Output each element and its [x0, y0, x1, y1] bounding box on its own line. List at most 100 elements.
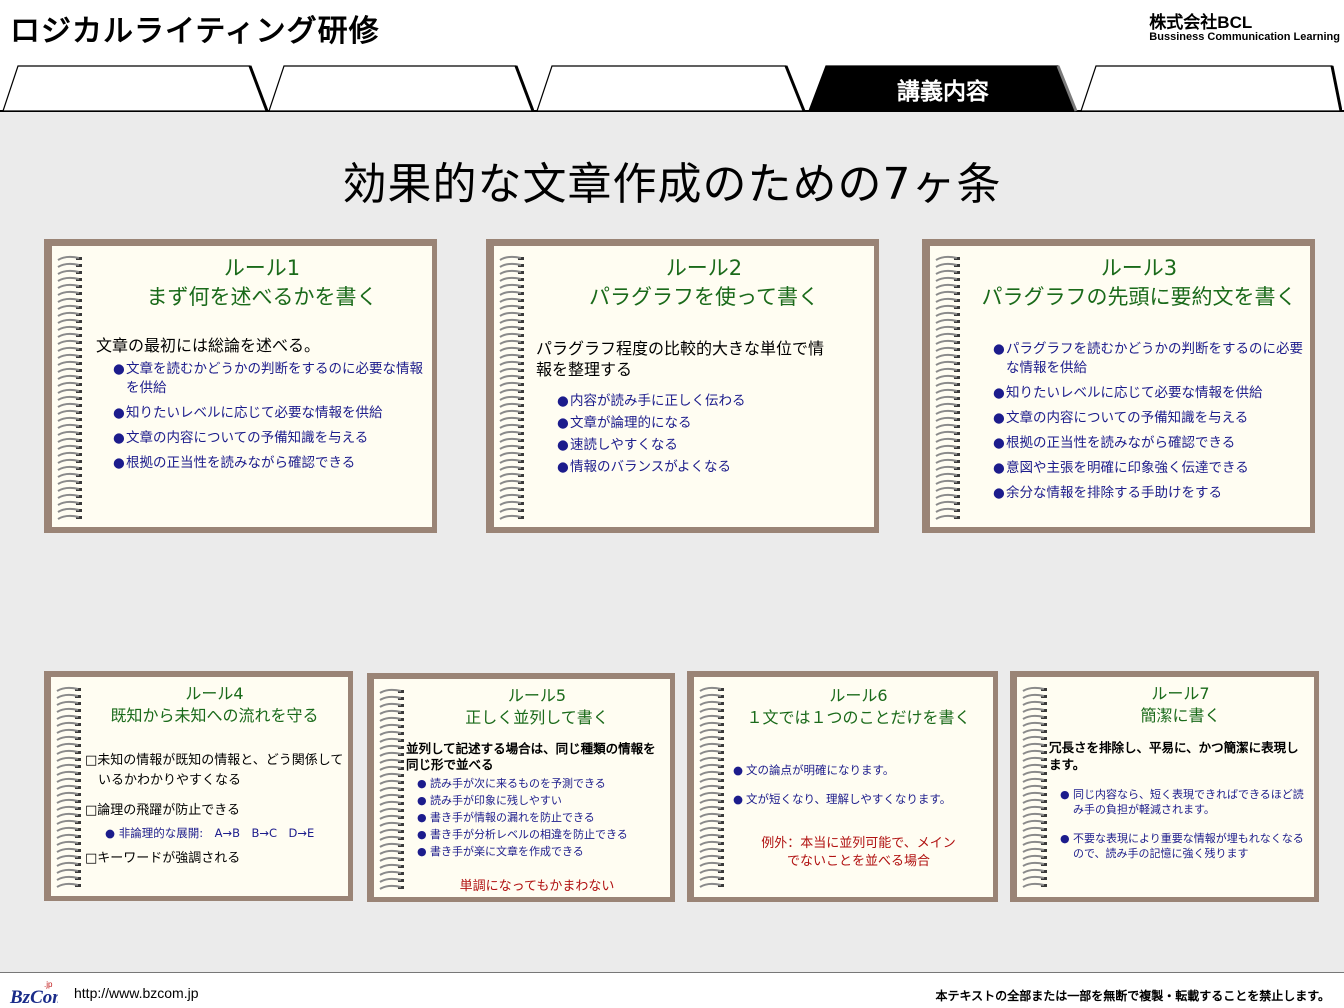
rule-heading: 正しく並列して書く	[465, 708, 609, 727]
footer: BzCom .jp http://www.bzcom.jp 本テキストの全部また…	[0, 972, 1344, 1008]
list-item: 速読しやすくなる	[557, 434, 850, 456]
rule-bullet-list: 文章を読むかどうかの判断をするのに必要な情報を供給 知りたいレベルに応じて必要な…	[113, 360, 426, 473]
list-item: 意図や主張を明確に印象強く伝達できる	[993, 459, 1306, 478]
rule-number: ルール6	[829, 686, 888, 705]
tab-3[interactable]	[536, 65, 806, 112]
list-item: 文章の内容についての予備知識を与える	[993, 409, 1306, 428]
rule-title: ルール4 既知から未知への流れを守る	[81, 683, 348, 727]
list-item: 文章が論理的になる	[557, 412, 850, 434]
card-page: ルール5 正しく並列して書く 並列して記述する場合は、同じ種類の情報を同じ形で並…	[374, 679, 670, 897]
list-item: 読み手が次に来るものを予測できる	[417, 775, 660, 792]
rule-card-7: ルール7 簡潔に書く 冗長さを排除し、平易に、かつ簡潔に表現します。 同じ内容な…	[1010, 671, 1319, 902]
spiral-binding-icon	[57, 255, 82, 520]
tab-2[interactable]	[268, 65, 534, 112]
rule-heading: 既知から未知への流れを守る	[110, 706, 319, 725]
card-page: ルール7 簡潔に書く 冗長さを排除し、平易に、かつ簡潔に表現します。 同じ内容な…	[1017, 677, 1314, 897]
rule-card-4: ルール4 既知から未知への流れを守る □未知の情報が既知の情報と、どう関係してい…	[44, 671, 353, 901]
card-page: ルール4 既知から未知への流れを守る □未知の情報が既知の情報と、どう関係してい…	[51, 677, 348, 896]
list-item: 情報のバランスがよくなる	[557, 456, 850, 478]
tab-1[interactable]	[2, 65, 268, 112]
list-item: パラグラフを読むかどうかの判断をするのに必要な情報を供給	[993, 340, 1306, 378]
list-item: □未知の情報が既知の情報と、どう関係しているかわかりやすくなる	[85, 753, 344, 788]
rule-lead: 文章の最初には総論を述べる。	[96, 336, 321, 355]
tab-lecture-content-label: 講義内容	[897, 78, 989, 105]
rule-number: ルール4	[185, 684, 244, 703]
card-page: ルール3 パラグラフの先頭に要約文を書く パラグラフを読むかどうかの判断をするの…	[930, 246, 1310, 527]
rule-heading: １文では１つのことだけを書く	[746, 708, 971, 727]
list-item: 文章の内容についての予備知識を与える	[113, 429, 426, 448]
rule-title: ルール5 正しく並列して書く	[404, 685, 670, 729]
list-item: 書き手が楽に文章を作成できる	[417, 843, 660, 860]
svg-text:BzCom: BzCom	[9, 987, 58, 1007]
list-item: 書き手が情報の漏れを防止できる	[417, 809, 660, 826]
rule-card-6: ルール6 １文では１つのことだけを書く 文の論点が明確になります。 文が短くなり…	[687, 671, 998, 902]
card-page: ルール2 パラグラフを使って書く パラグラフ程度の比較的大きな単位で情報を整理す…	[494, 246, 874, 527]
rule-note: 例外：本当に並列可能で、メイン でないことを並べる場合	[724, 835, 993, 871]
rule-note-line: 例外：本当に並列可能で、メイン	[761, 836, 956, 851]
copyright-notice: 本テキストの全部または一部を無断で複製・転載することを禁止します。	[935, 989, 1330, 1003]
rule-card-1: ルール1 まず何を述べるかを書く 文章の最初には総論を述べる。 文章を読むかどう…	[44, 239, 437, 533]
rule-title: ルール1 まず何を述べるかを書く	[92, 254, 432, 312]
list-item: 文が短くなり、理解しやすくなります。	[733, 790, 986, 808]
footer-url[interactable]: http://www.bzcom.jp	[74, 985, 199, 1001]
list-item: 内容が読み手に正しく伝わる	[557, 390, 850, 412]
rule-note: 単調になってもかまわない	[459, 879, 615, 894]
rule-heading: 簡潔に書く	[1140, 706, 1221, 725]
rule-heading: パラグラフの先頭に要約文を書く	[981, 285, 1297, 309]
list-item: 文の論点が明確になります。	[733, 761, 986, 779]
rule-heading: まず何を述べるかを書く	[146, 285, 378, 309]
rule-number: ルール7	[1151, 684, 1210, 703]
sub-bullet: ● 非論理的な展開: A→B B→C D→E	[105, 826, 315, 840]
card-page: ルール6 １文では１つのことだけを書く 文の論点が明確になります。 文が短くなり…	[694, 677, 993, 897]
rule-number: ルール1	[223, 256, 301, 280]
rule-title: ルール2 パラグラフを使って書く	[534, 254, 874, 312]
rule-number: ルール3	[1100, 256, 1178, 280]
rule-title: ルール7 簡潔に書く	[1047, 683, 1314, 727]
tab-1-label	[2, 65, 268, 112]
tab-2-label	[268, 65, 534, 112]
list-item: 余分な情報を排除する手助けをする	[993, 484, 1306, 503]
list-item: 知りたいレベルに応じて必要な情報を供給	[113, 404, 426, 423]
list-item: 知りたいレベルに応じて必要な情報を供給	[993, 384, 1306, 403]
list-item: 文章を読むかどうかの判断をするのに必要な情報を供給	[113, 360, 426, 398]
rule-bullet-list: 同じ内容なら、短く表現できればできるほど読み手の負担が軽減されます。 不要な表現…	[1060, 787, 1313, 861]
company-subtitle: Bussiness Communication Learning	[1149, 31, 1340, 43]
rule-bullet-list: 内容が読み手に正しく伝わる 文章が論理的になる 速読しやすくなる 情報のバランス…	[557, 390, 850, 478]
rule-card-2: ルール2 パラグラフを使って書く パラグラフ程度の比較的大きな単位で情報を整理す…	[486, 239, 879, 533]
rule-number: ルール2	[665, 256, 743, 280]
list-item: 書き手が分析レベルの相違を防止できる	[417, 826, 660, 843]
list-item: 根拠の正当性を読みながら確認できる	[113, 454, 426, 473]
rule-bullet-list: パラグラフを読むかどうかの判断をするのに必要な情報を供給 知りたいレベルに応じて…	[993, 340, 1306, 503]
company-block: 株式会社BCL Bussiness Communication Learning	[1149, 8, 1340, 43]
tab-3-label	[536, 65, 806, 112]
tab-5-label	[1080, 65, 1342, 112]
rule-heading: パラグラフを使って書く	[589, 285, 819, 309]
main-title: 効果的な文章作成のための7ヶ条	[342, 159, 1002, 210]
rule-lead: 並列して記述する場合は、同じ種類の情報を同じ形で並べる	[406, 741, 656, 772]
card-page: ルール1 まず何を述べるかを書く 文章の最初には総論を述べる。 文章を読むかどう…	[52, 246, 432, 527]
rule-title: ルール3 パラグラフの先頭に要約文を書く	[968, 254, 1310, 312]
tab-bar: 講義内容	[0, 62, 1344, 112]
tab-lecture-content[interactable]: 講義内容	[808, 65, 1078, 112]
sub-bullet-text: 非論理的な展開: A→B B→C D→E	[118, 826, 315, 840]
spiral-binding-icon	[499, 255, 524, 520]
header: ロジカルライティング研修 株式会社BCL Bussiness Communica…	[0, 0, 1344, 62]
list-item: □キーワードが強調される	[85, 851, 241, 866]
rule-bullet-list: 文の論点が明確になります。 文が短くなり、理解しやすくなります。	[733, 761, 986, 808]
rule-lead: パラグラフ程度の比較的大きな単位で情報を整理する	[536, 339, 825, 379]
rule-card-3: ルール3 パラグラフの先頭に要約文を書く パラグラフを読むかどうかの判断をするの…	[922, 239, 1315, 533]
rule-item-list: □未知の情報が既知の情報と、どう関係しているかわかりやすくなる □論理の飛躍が防…	[85, 751, 345, 869]
list-item: 読み手が印象に残しやすい	[417, 792, 660, 809]
rule-bullet-list: 読み手が次に来るものを予測できる 読み手が印象に残しやすい 書き手が情報の漏れを…	[417, 775, 660, 860]
bzcom-logo: BzCom .jp	[9, 980, 58, 1007]
tab-5[interactable]	[1080, 65, 1342, 112]
rule-note-line: でないことを並べる場合	[786, 854, 930, 869]
svg-text:.jp: .jp	[44, 980, 53, 989]
course-title: ロジカルライティング研修	[10, 14, 380, 49]
list-item: 不要な表現により重要な情報が埋もれなくなるので、読み手の記憶に強く残ります	[1060, 831, 1313, 861]
rule-number: ルール5	[507, 686, 567, 705]
list-item: 同じ内容なら、短く表現できればできるほど読み手の負担が軽減されます。	[1060, 787, 1313, 817]
rule-card-5: ルール5 正しく並列して書く 並列して記述する場合は、同じ種類の情報を同じ形で並…	[367, 673, 675, 902]
list-item: 根拠の正当性を読みながら確認できる	[993, 434, 1306, 453]
company-name: 株式会社BCL	[1149, 13, 1253, 32]
